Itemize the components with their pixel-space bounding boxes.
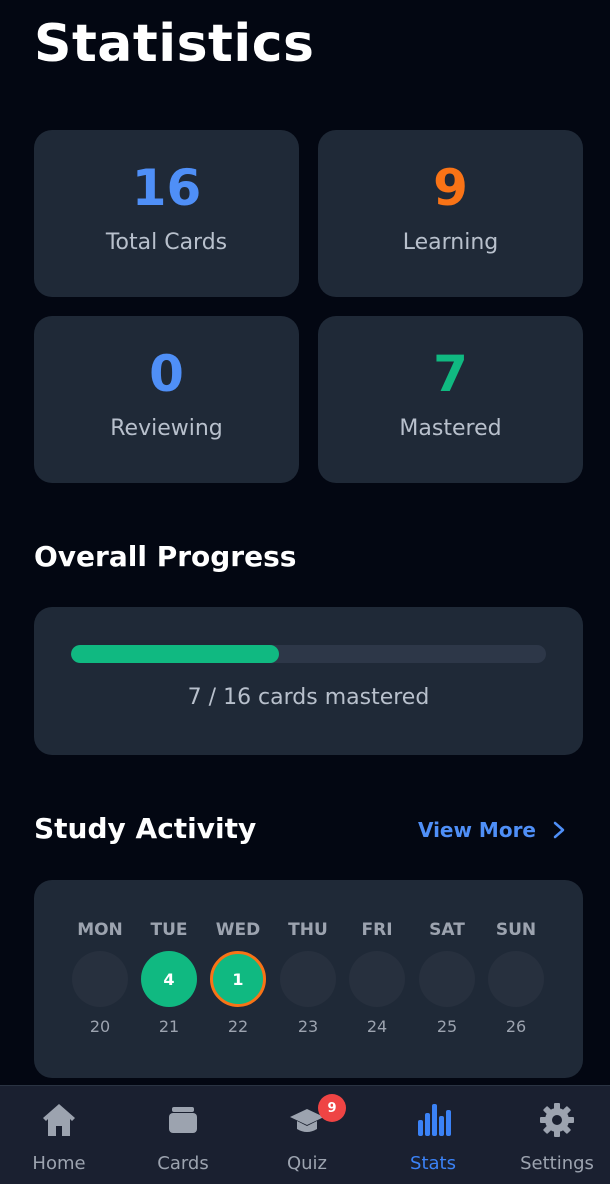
- stat-label-total: Total Cards: [105, 230, 228, 255]
- stat-card-mastered: 7 Mastered: [318, 316, 583, 483]
- view-more-label: View More: [417, 818, 536, 842]
- day-circle: 4: [141, 951, 197, 1007]
- day-date: 24: [366, 1017, 388, 1036]
- home-icon: [43, 1104, 75, 1136]
- day-circle: 1: [210, 951, 266, 1007]
- progress-card: 7 / 16 cards mastered: [34, 607, 583, 755]
- day-circle: [280, 951, 336, 1007]
- day-circle: [349, 951, 405, 1007]
- day-mon[interactable]: MON 20: [65, 920, 135, 1036]
- progress-text: 7 / 16 cards mastered: [187, 685, 430, 710]
- tab-label-stats: Stats: [410, 1153, 456, 1174]
- day-sun[interactable]: SUN 26: [481, 920, 551, 1036]
- tab-label-cards: Cards: [157, 1153, 209, 1174]
- tab-label-quiz: Quiz: [286, 1153, 328, 1174]
- day-tue[interactable]: TUE 4 21: [134, 920, 204, 1036]
- view-more-link[interactable]: View More: [418, 818, 566, 842]
- day-name: THU: [288, 920, 328, 940]
- stat-card-reviewing: 0 Reviewing: [34, 316, 299, 483]
- quiz-badge: 9: [318, 1094, 346, 1122]
- progress-fill: [71, 645, 279, 663]
- stat-card-total: 16 Total Cards: [34, 130, 299, 297]
- activity-card: MON 20 TUE 4 21 WED 1 22 THU 23 FRI 24 S…: [34, 880, 583, 1078]
- stat-label-mastered: Mastered: [399, 416, 502, 441]
- day-date: 26: [505, 1017, 527, 1036]
- stat-label-reviewing: Reviewing: [110, 416, 223, 441]
- overall-progress-title: Overall Progress: [34, 540, 297, 573]
- tab-bar: Home Cards 9 Quiz Stats Settings: [0, 1085, 610, 1184]
- progress-track: [71, 645, 546, 663]
- day-circle: [419, 951, 475, 1007]
- tab-home[interactable]: Home: [0, 1086, 120, 1184]
- day-name: SUN: [495, 920, 537, 940]
- cards-icon: [169, 1107, 197, 1133]
- day-name: FRI: [361, 920, 393, 940]
- day-date: 23: [297, 1017, 319, 1036]
- stat-label-learning: Learning: [402, 230, 499, 255]
- day-name: MON: [77, 920, 123, 940]
- day-date: 22: [227, 1017, 249, 1036]
- page-title: Statistics: [34, 14, 315, 74]
- stat-value-learning: 9: [433, 159, 468, 217]
- stat-value-reviewing: 0: [149, 345, 184, 403]
- study-activity-title: Study Activity: [34, 812, 257, 845]
- bar-chart-icon: [418, 1104, 451, 1136]
- day-sat[interactable]: SAT 25: [412, 920, 482, 1036]
- gear-icon: [540, 1103, 574, 1137]
- stat-value-mastered: 7: [433, 345, 468, 403]
- tab-cards[interactable]: Cards: [122, 1086, 244, 1184]
- day-circle: [488, 951, 544, 1007]
- tab-quiz[interactable]: 9 Quiz: [246, 1086, 368, 1184]
- day-fri[interactable]: FRI 24: [342, 920, 412, 1036]
- day-name: SAT: [429, 920, 465, 940]
- day-circle: [72, 951, 128, 1007]
- stat-card-learning: 9 Learning: [318, 130, 583, 297]
- day-date: 21: [158, 1017, 180, 1036]
- chevron-right-icon: [553, 821, 565, 839]
- stat-value-total: 16: [131, 159, 202, 217]
- day-name: WED: [215, 920, 261, 940]
- day-thu[interactable]: THU 23: [273, 920, 343, 1036]
- day-date: 25: [436, 1017, 458, 1036]
- day-wed[interactable]: WED 1 22: [203, 920, 273, 1036]
- tab-label-settings: Settings: [520, 1153, 594, 1174]
- tab-stats[interactable]: Stats: [372, 1086, 494, 1184]
- day-name: TUE: [150, 920, 188, 940]
- tab-label-home: Home: [32, 1153, 86, 1174]
- tab-settings[interactable]: Settings: [496, 1086, 610, 1184]
- day-date: 20: [89, 1017, 111, 1036]
